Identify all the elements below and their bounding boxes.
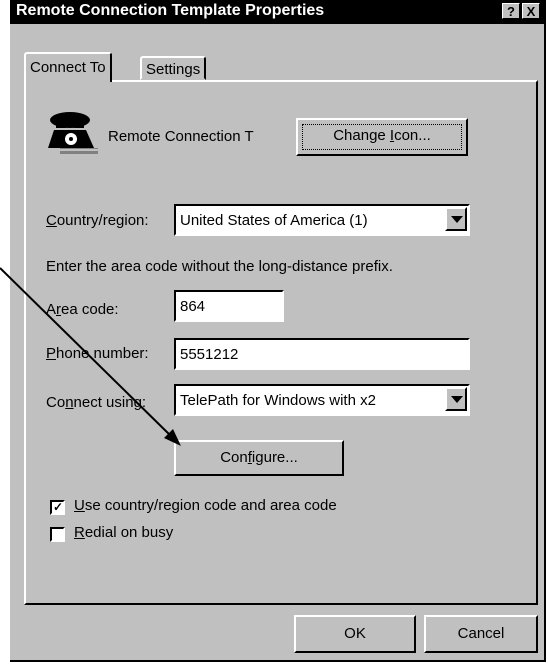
connect-using-select[interactable]: TelePath for Windows with x2 <box>174 384 470 416</box>
connection-name: Remote Connection T <box>108 128 254 145</box>
chevron-down-icon[interactable] <box>445 387 467 411</box>
focus-rect <box>302 124 462 150</box>
change-icon-button[interactable]: Change Icon... <box>296 118 468 156</box>
country-select[interactable]: United States of America (1) <box>174 204 470 236</box>
properties-dialog: Remote Connection Template Properties ? … <box>10 0 546 662</box>
area-code-input[interactable]: 864 <box>174 290 284 322</box>
use-country-code-checkbox[interactable]: ✓ <box>50 500 65 515</box>
help-button[interactable]: ? <box>502 3 520 19</box>
area-code-label: Area code: <box>46 301 119 318</box>
area-code-value: 864 <box>180 298 206 315</box>
configure-label-post: igure... <box>251 449 298 466</box>
tab-connect-to-label: Connect To <box>30 59 106 76</box>
cancel-button[interactable]: Cancel <box>424 615 538 653</box>
checkmark-icon: ✓ <box>53 500 64 514</box>
redial-on-busy-label[interactable]: Redial on busy <box>74 524 173 541</box>
country-label: Country/region: <box>46 212 149 229</box>
telephone-icon <box>48 112 98 154</box>
window-title: Remote Connection Template Properties <box>16 2 325 19</box>
phone-number-input[interactable]: 5551212 <box>174 338 470 370</box>
configure-button[interactable]: Configure... <box>174 440 344 476</box>
configure-label-pre: Con <box>220 449 248 466</box>
connect-using-value: TelePath for Windows with x2 <box>180 392 376 409</box>
phone-number-label: Phone number: <box>46 345 149 362</box>
tab-settings[interactable]: Settings <box>140 56 207 80</box>
phone-number-value: 5551212 <box>180 346 239 363</box>
ok-button[interactable]: OK <box>294 615 416 653</box>
instruction-text: Enter the area code without the long-dis… <box>46 258 393 275</box>
title-bar: Remote Connection Template Properties ? … <box>10 0 544 24</box>
redial-on-busy-checkbox[interactable] <box>50 527 65 542</box>
tab-settings-label: Settings <box>146 61 201 78</box>
close-button[interactable]: X <box>522 3 540 19</box>
country-value: United States of America (1) <box>180 212 368 229</box>
chevron-down-icon[interactable] <box>445 207 467 231</box>
tab-connect-to[interactable]: Connect To <box>24 52 112 82</box>
use-country-code-label[interactable]: Use country/region code and area code <box>74 497 337 514</box>
connect-using-label: Connect using: <box>46 394 147 411</box>
